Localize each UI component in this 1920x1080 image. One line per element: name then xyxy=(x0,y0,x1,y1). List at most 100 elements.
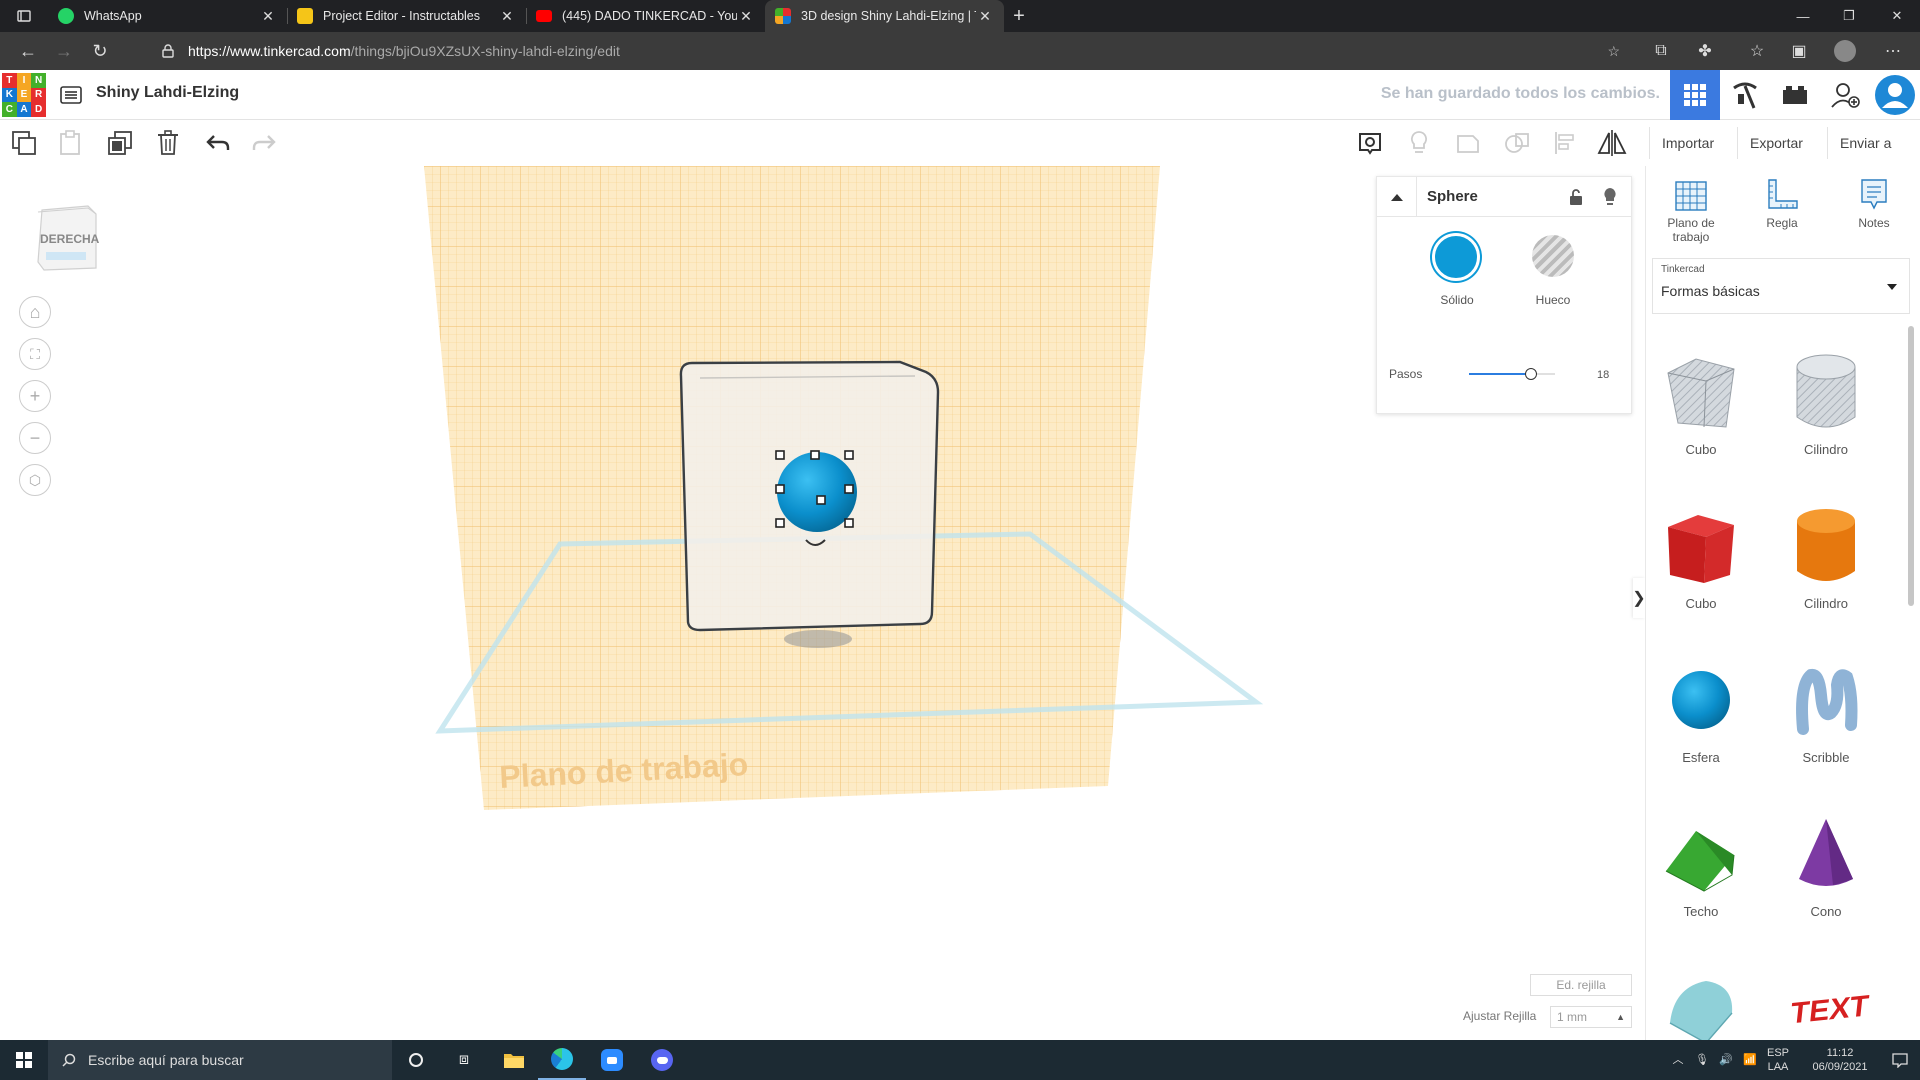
paste-icon[interactable] xyxy=(52,126,88,160)
shape-text[interactable]: TEXT xyxy=(1771,958,1881,1040)
ungroup-icon[interactable] xyxy=(1499,126,1535,160)
workplane-tool[interactable]: Plano de trabajo xyxy=(1651,178,1731,244)
delete-icon[interactable] xyxy=(150,126,186,160)
close-window-icon[interactable]: ✕ xyxy=(1874,0,1920,32)
browser-tab[interactable]: (445) DADO TINKERCAD - YouTu ✕ xyxy=(526,0,765,32)
new-tab-button[interactable]: + xyxy=(1004,0,1034,32)
shape-box-hole[interactable]: Cubo xyxy=(1646,342,1756,457)
windows-start-icon[interactable] xyxy=(0,1040,48,1080)
perspective-icon[interactable]: ⬡ xyxy=(19,464,51,496)
restore-window-icon[interactable]: ❐ xyxy=(1826,0,1872,32)
import-button[interactable]: Importar xyxy=(1649,127,1726,159)
lock-shape-icon[interactable] xyxy=(1569,188,1583,206)
tinkercad-logo[interactable]: T I N K E R C A D xyxy=(2,73,46,117)
fit-view-icon[interactable]: ⛶ xyxy=(19,338,51,370)
reload-icon[interactable]: ↻ xyxy=(82,35,118,67)
cortana-icon[interactable] xyxy=(392,1040,440,1080)
edit-grid-button[interactable]: Ed. rejilla xyxy=(1530,974,1632,996)
file-explorer-icon[interactable] xyxy=(490,1040,538,1080)
3d-view-grid-icon[interactable] xyxy=(1670,70,1720,120)
undo-icon[interactable] xyxy=(200,126,236,160)
show-hidden-icons-icon[interactable]: ︿ xyxy=(1666,1040,1690,1080)
collections-panel-icon[interactable]: ▣ xyxy=(1778,32,1820,70)
taskbar-search[interactable]: Escribe aquí para buscar xyxy=(48,1040,392,1080)
profile-icon[interactable] xyxy=(1824,32,1866,70)
show-all-icon[interactable] xyxy=(1352,126,1388,160)
close-tab-icon[interactable]: ✕ xyxy=(259,8,277,25)
minimize-window-icon[interactable]: — xyxy=(1780,0,1826,32)
invite-user-icon[interactable] xyxy=(1820,70,1870,120)
send-to-button[interactable]: Enviar a xyxy=(1827,127,1903,159)
clock[interactable]: 11:12 06/09/2021 xyxy=(1800,1040,1880,1080)
visibility-lightbulb-icon[interactable] xyxy=(1603,187,1617,207)
shape-scribble[interactable]: Scribble xyxy=(1771,650,1881,765)
snap-grid-select[interactable]: 1 mm ▲ xyxy=(1550,1006,1632,1028)
steps-slider[interactable] xyxy=(1469,368,1555,380)
zoom-out-icon[interactable]: − xyxy=(19,422,51,454)
shape-cylinder[interactable]: Cilindro xyxy=(1771,496,1881,611)
save-status: Se han guardado todos los cambios. xyxy=(1380,85,1660,102)
user-avatar[interactable] xyxy=(1870,70,1920,120)
notifications-icon[interactable] xyxy=(1880,1040,1920,1080)
zoom-in-icon[interactable]: + xyxy=(19,380,51,412)
shape-box[interactable]: Cubo xyxy=(1646,496,1756,611)
export-button[interactable]: Exportar xyxy=(1737,127,1815,159)
edge-browser-icon[interactable] xyxy=(538,1040,586,1080)
shape-name[interactable]: Sphere xyxy=(1427,188,1569,205)
shape-cylinder-hole[interactable]: Cilindro xyxy=(1771,342,1881,457)
close-tab-icon[interactable]: ✕ xyxy=(737,8,755,25)
shape-cone[interactable]: Cono xyxy=(1771,804,1881,919)
language-indicator[interactable]: ESP LAA xyxy=(1760,1040,1796,1080)
browser-tab-active[interactable]: 3D design Shiny Lahdi-Elzing | Ti ✕ xyxy=(765,0,1004,32)
mirror-icon[interactable] xyxy=(1594,126,1630,160)
shape-roof[interactable]: Techo xyxy=(1646,804,1756,919)
close-tab-icon[interactable]: ✕ xyxy=(498,8,516,25)
panel-scrollbar[interactable] xyxy=(1908,326,1914,606)
browser-tab[interactable]: WhatsApp ✕ xyxy=(48,0,288,32)
pickaxe-icon[interactable] xyxy=(1720,70,1770,120)
browser-address-bar: ← → ↻ https://www.tinkercad.com/things/b… xyxy=(0,32,1920,70)
lightbulb-icon[interactable] xyxy=(1401,126,1437,160)
project-title[interactable]: Shiny Lahdi-Elzing xyxy=(96,84,239,102)
tab-title: (445) DADO TINKERCAD - YouTu xyxy=(562,9,737,23)
browser-tab[interactable]: Project Editor - Instructables ✕ xyxy=(287,0,527,32)
shape-sphere[interactable]: Esfera xyxy=(1646,650,1756,765)
view-cube[interactable]: DERECHA xyxy=(34,200,99,272)
collapse-inspector-icon[interactable] xyxy=(1377,176,1417,217)
more-options-icon[interactable]: ⋯ xyxy=(1872,32,1914,70)
solid-color-swatch[interactable] xyxy=(1432,233,1480,281)
favorites-icon[interactable]: ☆ xyxy=(1736,32,1778,70)
forward-icon[interactable]: → xyxy=(46,35,82,67)
url-field[interactable]: https://www.tinkercad.com/things/bjiOu9X… xyxy=(148,36,1634,66)
steps-slider-handle[interactable] xyxy=(1524,368,1537,380)
zoom-app-icon[interactable] xyxy=(588,1040,636,1080)
group-icon[interactable] xyxy=(1450,126,1486,160)
design-menu-icon[interactable] xyxy=(46,70,96,120)
ruler-tool[interactable]: Regla xyxy=(1742,178,1822,230)
align-icon[interactable] xyxy=(1547,126,1583,160)
shape-label: Scribble xyxy=(1802,750,1850,765)
shape-round-roof[interactable] xyxy=(1646,958,1756,1040)
duplicate-icon[interactable] xyxy=(102,126,138,160)
tab-actions-icon[interactable] xyxy=(0,0,48,32)
library-select[interactable]: Tinkercad Formas básicas xyxy=(1652,258,1910,314)
add-favorite-icon[interactable]: ☆ xyxy=(1607,43,1620,60)
back-icon[interactable]: ← xyxy=(10,35,46,67)
close-tab-icon[interactable]: ✕ xyxy=(976,8,994,25)
hole-swatch[interactable] xyxy=(1532,235,1574,277)
expand-panel-icon[interactable]: ❯ xyxy=(1632,578,1645,618)
home-view-icon[interactable]: ⌂ xyxy=(19,296,51,328)
bricks-icon[interactable] xyxy=(1770,70,1820,120)
workplane-canvas[interactable]: Plano de trabajo DERECHA ⌂ ⛶ + − ⬡ Spher… xyxy=(0,166,1645,1040)
copy-icon[interactable] xyxy=(6,126,42,160)
collections-icon[interactable]: ⧉ xyxy=(1640,32,1682,70)
network-icon[interactable]: 📶 xyxy=(1738,1040,1762,1080)
volume-icon[interactable]: 🔊 xyxy=(1714,1040,1738,1080)
microphone-icon[interactable]: 🎙 xyxy=(1690,1040,1714,1080)
redo-icon[interactable] xyxy=(246,126,282,160)
extensions-icon[interactable]: ✤ xyxy=(1684,32,1726,70)
discord-app-icon[interactable] xyxy=(638,1040,686,1080)
notes-tool[interactable]: Notes xyxy=(1834,178,1914,230)
task-view-icon[interactable]: ⧈ xyxy=(440,1040,488,1080)
notes-tool-label: Notes xyxy=(1858,216,1890,230)
